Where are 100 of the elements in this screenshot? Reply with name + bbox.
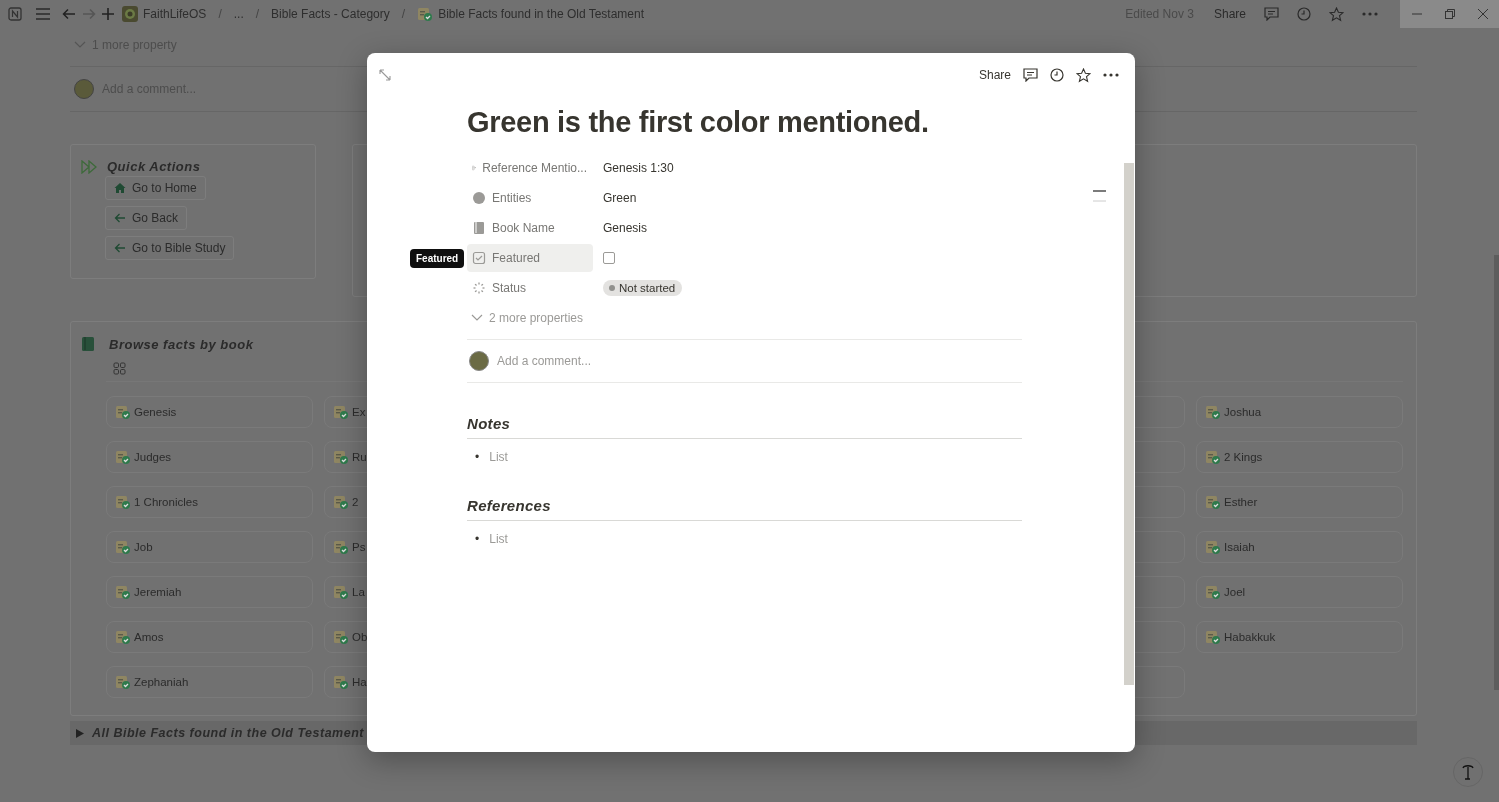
- more-properties-toggle[interactable]: 2 more properties: [467, 303, 590, 333]
- circle-icon: [472, 191, 486, 205]
- clock-icon[interactable]: [1050, 68, 1064, 82]
- section-heading: References: [467, 497, 1022, 521]
- left-arrow-icon: [114, 242, 126, 254]
- book-card[interactable]: Zephaniah: [106, 666, 313, 698]
- plus-icon[interactable]: [102, 8, 114, 20]
- scroll-check-icon: [417, 6, 434, 22]
- menu-icon[interactable]: [36, 8, 50, 20]
- more-icon[interactable]: [1103, 73, 1119, 77]
- book-card[interactable]: Esther: [1196, 486, 1403, 518]
- action-button[interactable]: Go Back: [105, 206, 188, 230]
- action-button[interactable]: Go to Home: [105, 176, 206, 200]
- chevron-down-icon[interactable]: [471, 314, 483, 322]
- bullet: •: [475, 531, 480, 547]
- property-label[interactable]: Status: [467, 274, 593, 302]
- scroll-check-icon: [333, 404, 349, 420]
- book-card[interactable]: Amos: [106, 621, 313, 653]
- action-button[interactable]: Go to Bible Study: [105, 236, 235, 260]
- scroll-check-icon: [1205, 584, 1221, 600]
- expand-icon[interactable]: [379, 69, 391, 81]
- book-card[interactable]: Isaiah: [1196, 531, 1403, 563]
- chevron-down-icon[interactable]: [74, 41, 86, 49]
- scroll-check-icon: [1205, 404, 1221, 420]
- scrollbar[interactable]: [1124, 163, 1134, 685]
- app-logo-icon[interactable]: [8, 7, 22, 21]
- scroll-check-icon: [333, 494, 349, 510]
- breadcrumb[interactable]: ...: [231, 7, 246, 21]
- user-avatar: [469, 351, 489, 371]
- scroll-check-icon: [115, 404, 131, 420]
- scroll-check-icon: [333, 584, 349, 600]
- restore-icon[interactable]: [1444, 9, 1455, 19]
- scroll-check-icon: [115, 674, 131, 690]
- book-card[interactable]: Job: [106, 531, 313, 563]
- book-card[interactable]: 1 Chronicles: [106, 486, 313, 518]
- page-title[interactable]: Green is the first color mentioned.: [467, 105, 1022, 139]
- breadcrumb[interactable]: Bible Facts - Category: [269, 7, 392, 21]
- scroll-check-icon: [333, 629, 349, 645]
- status-icon: [472, 281, 486, 295]
- scroll-check-icon: [115, 494, 131, 510]
- close-icon[interactable]: [1477, 9, 1488, 19]
- book-card[interactable]: Genesis: [106, 396, 313, 428]
- property-label[interactable]: Entities: [467, 184, 593, 212]
- scroll-check-icon: [115, 629, 131, 645]
- house-icon: [114, 182, 126, 194]
- scroll-check-icon: [115, 539, 131, 555]
- book-icon: [472, 221, 486, 235]
- checkbox[interactable]: [603, 252, 615, 264]
- workspace-avatar-icon: [122, 6, 138, 22]
- help-button[interactable]: [1453, 757, 1483, 787]
- breadcrumb[interactable]: Bible Facts found in the Old Testament: [415, 6, 647, 22]
- checkbox-icon: [472, 251, 486, 265]
- scroll-check-icon: [1205, 629, 1221, 645]
- breadcrumb-separator: /: [401, 7, 406, 21]
- user-avatar: [74, 79, 94, 99]
- fast-forward-icon: [81, 159, 97, 174]
- breadcrumb-separator: /: [255, 7, 260, 21]
- scroll-check-icon: [115, 449, 131, 465]
- scroll-check-icon: [115, 584, 131, 600]
- panel-title: Browse facts by book: [109, 336, 254, 352]
- scroll-check-icon: [1205, 449, 1221, 465]
- book-card[interactable]: Judges: [106, 441, 313, 473]
- status-tag[interactable]: Not started: [603, 280, 683, 296]
- property-value[interactable]: Green: [603, 191, 637, 205]
- share-button[interactable]: Share: [1207, 7, 1252, 21]
- scroll-check-icon: [1205, 539, 1221, 555]
- property-label[interactable]: Book Name: [467, 214, 593, 242]
- help-glyph-icon[interactable]: [1460, 763, 1476, 781]
- book-card[interactable]: Jeremiah: [106, 576, 313, 608]
- left-arrow-icon: [114, 212, 126, 224]
- share-button[interactable]: Share: [972, 68, 1017, 82]
- list-placeholder[interactable]: List: [489, 449, 508, 465]
- comment-field[interactable]: Add a comment...: [497, 354, 592, 368]
- scroll-check-icon: [1205, 494, 1221, 510]
- back-arrow-icon[interactable]: [62, 8, 76, 20]
- star-icon[interactable]: [1329, 6, 1344, 22]
- section-heading: Notes: [467, 415, 1022, 439]
- book-card[interactable]: Joel: [1196, 576, 1403, 608]
- scroll-check-icon: [333, 674, 349, 690]
- book-icon: [81, 336, 95, 352]
- property-value[interactable]: Genesis 1:30: [603, 161, 674, 175]
- scroll-check-icon: [333, 539, 349, 555]
- outline-icon[interactable]: [1093, 189, 1106, 202]
- tooltip: Featured: [410, 249, 465, 268]
- scroll-check-icon: [333, 449, 349, 465]
- comment-icon[interactable]: [1023, 68, 1038, 82]
- book-card[interactable]: Habakkuk: [1196, 621, 1403, 653]
- property-label[interactable]: Featured: [467, 244, 593, 272]
- breadcrumb[interactable]: FaithLifeOS: [120, 6, 209, 22]
- gallery-view-icon[interactable]: [113, 362, 126, 375]
- book-card[interactable]: Joshua: [1196, 396, 1403, 428]
- property-label[interactable]: Reference Mentio...: [467, 154, 593, 182]
- bullet: •: [475, 449, 480, 465]
- star-icon[interactable]: [1076, 67, 1091, 83]
- card-title: Quick Actions: [107, 159, 201, 174]
- book-card[interactable]: 2 Kings: [1196, 441, 1403, 473]
- list-placeholder[interactable]: List: [489, 531, 508, 547]
- expand-triangle-icon[interactable]: [76, 728, 84, 738]
- toggle-title: All Bible Facts found in the Old Testament: [92, 726, 364, 740]
- property-value[interactable]: Genesis: [603, 221, 648, 235]
